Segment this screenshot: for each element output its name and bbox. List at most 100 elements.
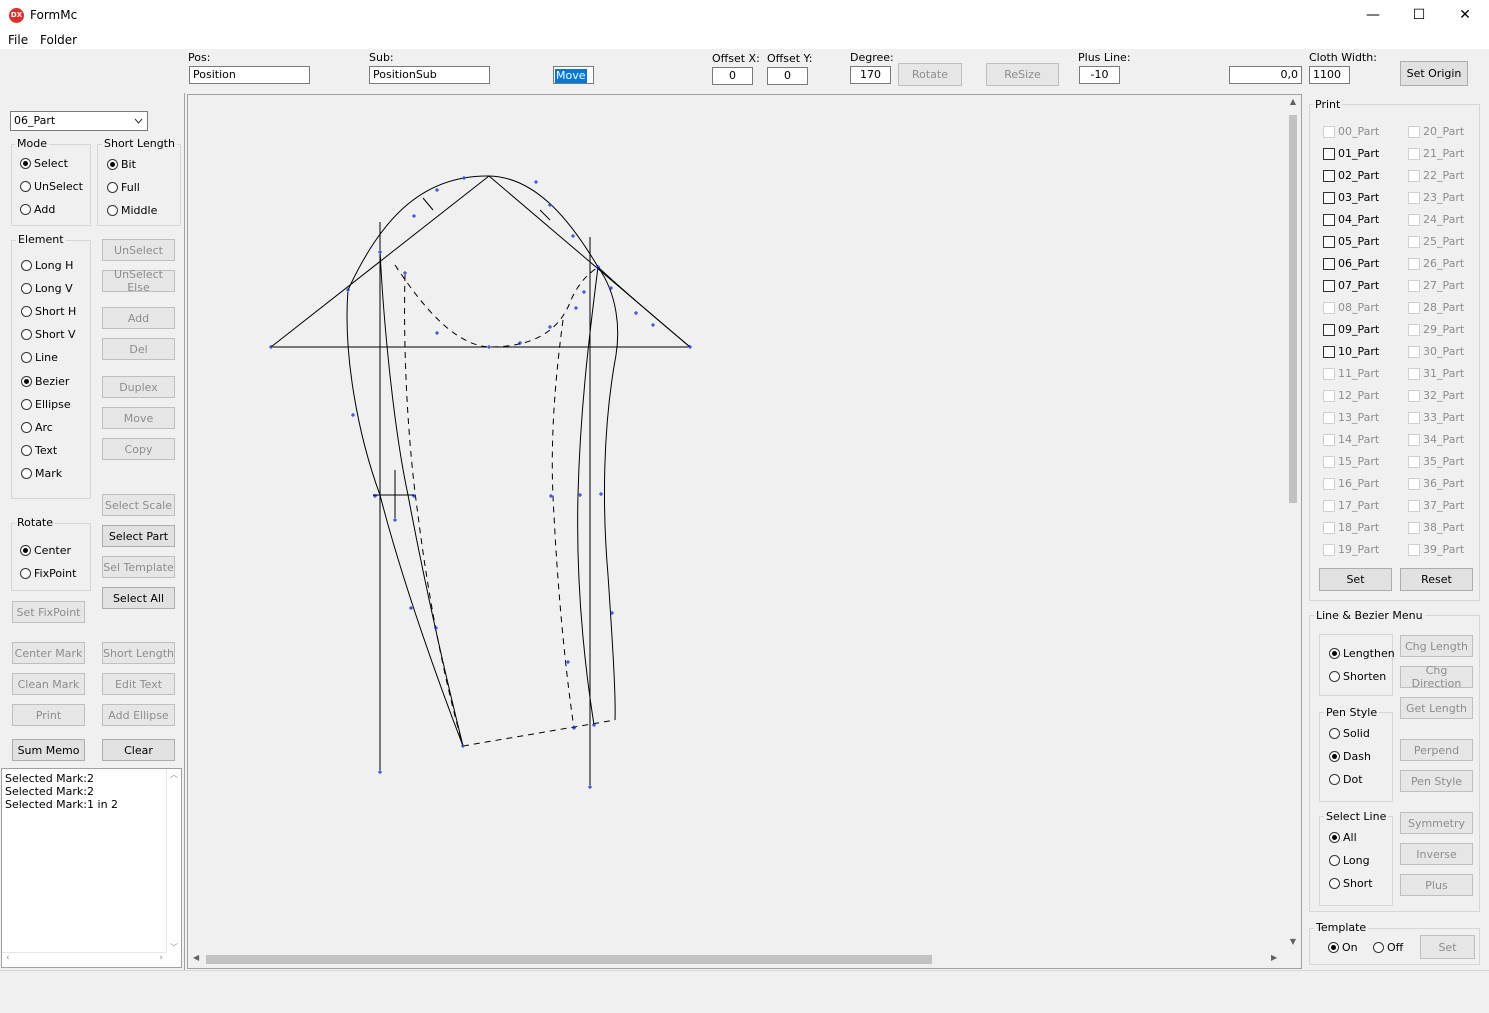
edit-text-button[interactable]: Edit Text [102,673,175,695]
resize-button[interactable]: ReSize [986,63,1059,86]
offset-x-input[interactable]: 0 [712,67,753,85]
scroll-right-icon[interactable]: ▶ [1271,953,1277,962]
print-button[interactable]: Print [12,704,85,726]
control-mark[interactable] [378,770,382,774]
print-checkbox-05-part[interactable]: 05_Part [1323,235,1379,248]
print-checkbox-37-part[interactable]: 37_Part [1408,499,1464,512]
control-mark[interactable] [574,306,578,310]
degree-input[interactable]: 170 [850,66,891,84]
element-radio-text[interactable]: Text [21,444,57,457]
control-mark[interactable] [534,180,538,184]
control-mark[interactable] [582,290,586,294]
print-checkbox-31-part[interactable]: 31_Part [1408,367,1464,380]
unselect-button[interactable]: UnSelect [102,239,175,261]
clear-button[interactable]: Clear [102,739,175,761]
print-checkbox-32-part[interactable]: 32_Part [1408,389,1464,402]
chevron-right-icon[interactable]: › [159,953,163,963]
rotate-radio-center[interactable]: Center [20,544,71,557]
print-checkbox-30-part[interactable]: 30_Part [1408,345,1464,358]
length-radio-lengthen[interactable]: Lengthen [1329,647,1395,660]
print-checkbox-08-part[interactable]: 08_Part [1323,301,1379,314]
plus-button[interactable]: Plus [1400,874,1473,896]
short-length-radio-bit[interactable]: Bit [107,158,136,171]
coordinate-field[interactable]: 0,0 [1229,66,1302,84]
memo-vertical-scrollbar[interactable]: ︿ ﹀ [166,769,181,953]
print-reset-button[interactable]: Reset [1400,568,1473,591]
set-fixpoint-button[interactable]: Set FixPoint [12,601,85,623]
pen-style-radio-dash[interactable]: Dash [1329,750,1371,763]
memo-box[interactable]: Selected Mark:2 Selected Mark:2 Selected M… [1,768,182,968]
length-radio-shorten[interactable]: Shorten [1329,670,1386,683]
menu-folder[interactable]: Folder [40,33,77,47]
element-radio-mark[interactable]: Mark [21,467,62,480]
print-checkbox-13-part[interactable]: 13_Part [1323,411,1379,424]
move-input[interactable]: Move [553,66,594,84]
rotate-button[interactable]: Rotate [898,63,962,86]
print-checkbox-33-part[interactable]: 33_Part [1408,411,1464,424]
control-mark[interactable] [548,203,552,207]
memo-horizontal-scrollbar[interactable]: ‹ › [2,952,167,967]
rotate-radio-fixpoint[interactable]: FixPoint [20,567,76,580]
close-button[interactable]: ✕ [1442,0,1488,31]
element-radio-line[interactable]: Line [21,351,58,364]
print-checkbox-39-part[interactable]: 39_Part [1408,543,1464,556]
scroll-down-icon[interactable]: ▼ [1285,937,1301,946]
print-checkbox-28-part[interactable]: 28_Part [1408,301,1464,314]
drawing-canvas[interactable]: ▲ ▼ ◀ ▶ [187,94,1302,969]
element-radio-short-v[interactable]: Short V [21,328,76,341]
element-radio-bezier[interactable]: Bezier [21,375,69,388]
move-button[interactable]: Move [102,407,175,429]
center-mark-button[interactable]: Center Mark [12,642,85,664]
control-mark[interactable] [346,288,350,292]
select-line-radio-all[interactable]: All [1329,831,1357,844]
template-off-radio[interactable]: Off [1373,941,1403,954]
chevron-up-icon[interactable]: ︿ [167,769,181,780]
add-button[interactable]: Add [102,307,175,329]
control-mark[interactable] [599,492,603,496]
control-mark[interactable] [412,214,416,218]
control-mark[interactable] [487,345,491,349]
control-mark[interactable] [435,188,439,192]
control-mark[interactable] [549,494,553,498]
print-checkbox-35-part[interactable]: 35_Part [1408,455,1464,468]
chg-direction-button[interactable]: Chg Direction [1400,664,1473,690]
control-mark[interactable] [634,311,638,315]
print-checkbox-15-part[interactable]: 15_Part [1323,455,1379,468]
symmetry-button[interactable]: Symmetry [1400,812,1473,834]
select-scale-button[interactable]: Select Scale [102,494,175,516]
control-mark[interactable] [578,493,582,497]
minimize-button[interactable]: — [1350,0,1396,31]
print-checkbox-09-part[interactable]: 09_Part [1323,323,1379,336]
element-radio-long-h[interactable]: Long H [21,259,73,272]
select-part-button[interactable]: Select Part [102,525,175,547]
maximize-button[interactable]: ☐ [1396,0,1442,31]
copy-button[interactable]: Copy [102,438,175,460]
select-line-radio-short[interactable]: Short [1329,877,1373,890]
element-radio-short-h[interactable]: Short H [21,305,76,318]
print-checkbox-16-part[interactable]: 16_Part [1323,477,1379,490]
unselect-else-button[interactable]: UnSelect Else [102,268,175,294]
add-ellipse-button[interactable]: Add Ellipse [102,704,175,726]
print-checkbox-19-part[interactable]: 19_Part [1323,543,1379,556]
element-radio-arc[interactable]: Arc [21,421,53,434]
control-mark[interactable] [409,606,413,610]
print-checkbox-24-part[interactable]: 24_Part [1408,213,1464,226]
short-length-button[interactable]: Short Length [102,642,175,664]
control-mark[interactable] [588,785,592,789]
print-checkbox-36-part[interactable]: 36_Part [1408,477,1464,490]
print-checkbox-01-part[interactable]: 01_Part [1323,147,1379,160]
chg-length-button[interactable]: Chg Length [1400,635,1473,657]
mode-radio-add[interactable]: Add [20,203,55,216]
print-checkbox-06-part[interactable]: 06_Part [1323,257,1379,270]
control-mark[interactable] [462,176,466,180]
print-checkbox-07-part[interactable]: 07_Part [1323,279,1379,292]
print-checkbox-03-part[interactable]: 03_Part [1323,191,1379,204]
pen-style-button[interactable]: Pen Style [1400,770,1473,792]
chevron-down-icon[interactable]: ﹀ [167,942,181,953]
print-checkbox-18-part[interactable]: 18_Part [1323,521,1379,534]
print-checkbox-21-part[interactable]: 21_Part [1408,147,1464,160]
mode-radio-select[interactable]: Select [20,157,68,170]
plus-line-input[interactable]: -10 [1079,66,1120,84]
perpend-button[interactable]: Perpend [1400,739,1473,761]
template-on-radio[interactable]: On [1328,941,1358,954]
